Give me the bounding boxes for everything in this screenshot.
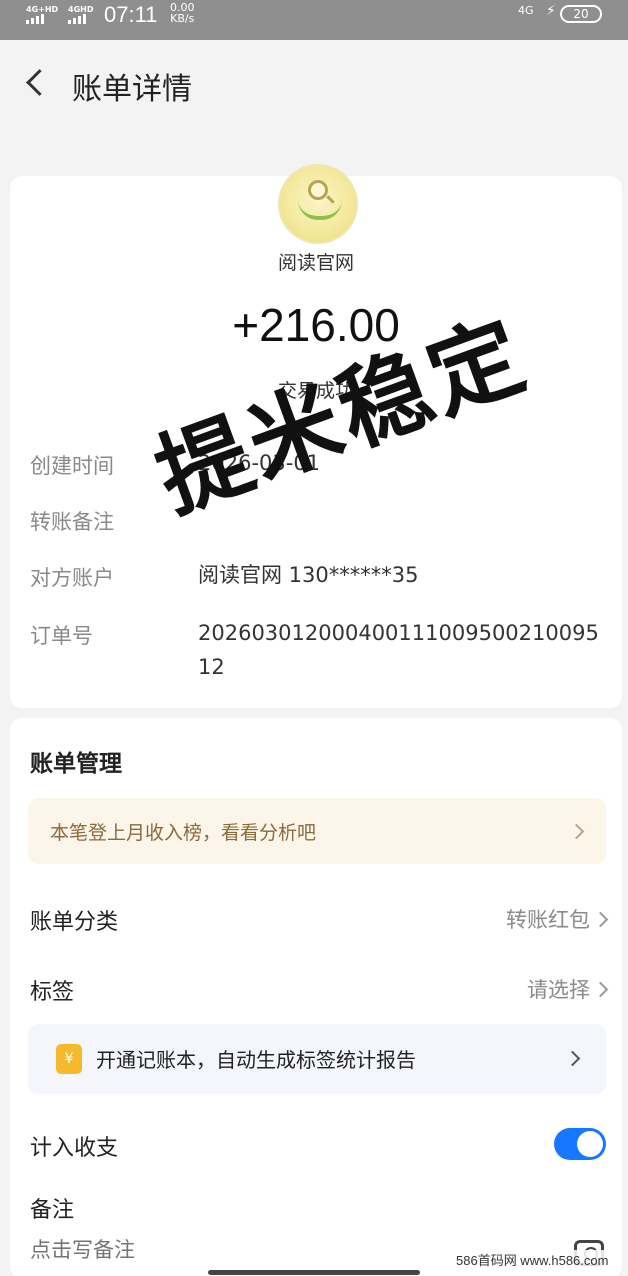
- chevron-right-icon: [592, 981, 609, 998]
- section-title: 账单管理: [30, 751, 122, 777]
- category-value: 转账红包: [506, 908, 590, 932]
- signal-1-label: 4G+HD: [26, 5, 59, 14]
- income-rank-banner[interactable]: 本笔登上月收入榜，看看分析吧: [28, 798, 606, 864]
- transaction-amount: +216.00: [232, 299, 400, 351]
- banner-text: 本笔登上月收入榜，看看分析吧: [50, 822, 317, 844]
- speed-unit: KB/s: [170, 12, 195, 25]
- include-row: 计入收支: [10, 1114, 622, 1174]
- signal-1-icon: [26, 14, 44, 24]
- status-bar: 4G+HD 4GHD 07:11 0.00 KB/s 4G ⚡ 20: [0, 0, 628, 40]
- bill-management-card: 账单管理 本笔登上月收入榜，看看分析吧 账单分类 转账红包 标签 请选择 ¥ 开…: [10, 718, 622, 1276]
- site-watermark: 586首码网 www.h586.com: [452, 1250, 613, 1269]
- clock: 07:11: [104, 2, 158, 27]
- promo-text: 开通记账本，自动生成标签统计报告: [96, 1048, 416, 1072]
- order-number-value: 20260301200040011100950021009512: [198, 621, 599, 679]
- chevron-right-icon: [568, 823, 585, 840]
- back-button[interactable]: [20, 68, 53, 104]
- created-time-label: 创建时间: [30, 454, 114, 478]
- note-row: 备注: [10, 1176, 622, 1236]
- chevron-right-icon: [592, 911, 609, 928]
- ledger-promo-banner[interactable]: ¥ 开通记账本，自动生成标签统计报告: [28, 1024, 606, 1094]
- merchant-name: 阅读官网: [277, 252, 354, 274]
- ledger-icon: ¥: [56, 1044, 82, 1074]
- counterparty-value: 阅读官网 130******35: [198, 563, 419, 587]
- signal-2-icon: [68, 14, 86, 24]
- include-toggle[interactable]: [554, 1128, 606, 1160]
- nav-bar: 账单详情: [0, 40, 628, 132]
- include-label: 计入收支: [30, 1136, 119, 1161]
- network-speed: 0.00 KB/s: [170, 2, 195, 24]
- order-number-label: 订单号: [30, 624, 93, 648]
- chevron-right-icon: [564, 1050, 581, 1067]
- home-indicator: [208, 1270, 420, 1275]
- note-input[interactable]: [30, 1238, 430, 1262]
- page-title: 账单详情: [72, 72, 192, 107]
- charging-icon: ⚡: [546, 3, 556, 19]
- category-row[interactable]: 账单分类 转账红包: [10, 888, 622, 948]
- tag-label: 标签: [30, 980, 75, 1005]
- category-label: 账单分类: [30, 910, 119, 935]
- signal-2-label: 4GHD: [68, 5, 94, 14]
- toggle-knob: [577, 1131, 603, 1157]
- counterparty-label: 对方账户: [30, 566, 114, 590]
- network-type: 4G: [518, 4, 534, 17]
- note-label: 备注: [30, 1198, 75, 1223]
- chevron-left-icon: [26, 69, 53, 96]
- transfer-note-label: 转账备注: [30, 510, 114, 534]
- merchant-logo: [278, 164, 358, 244]
- tag-value: 请选择: [527, 978, 590, 1002]
- book-icon: [298, 200, 342, 220]
- magnifier-icon: [308, 180, 328, 200]
- tag-row[interactable]: 标签 请选择: [10, 958, 622, 1018]
- battery-icon: 20: [560, 5, 602, 23]
